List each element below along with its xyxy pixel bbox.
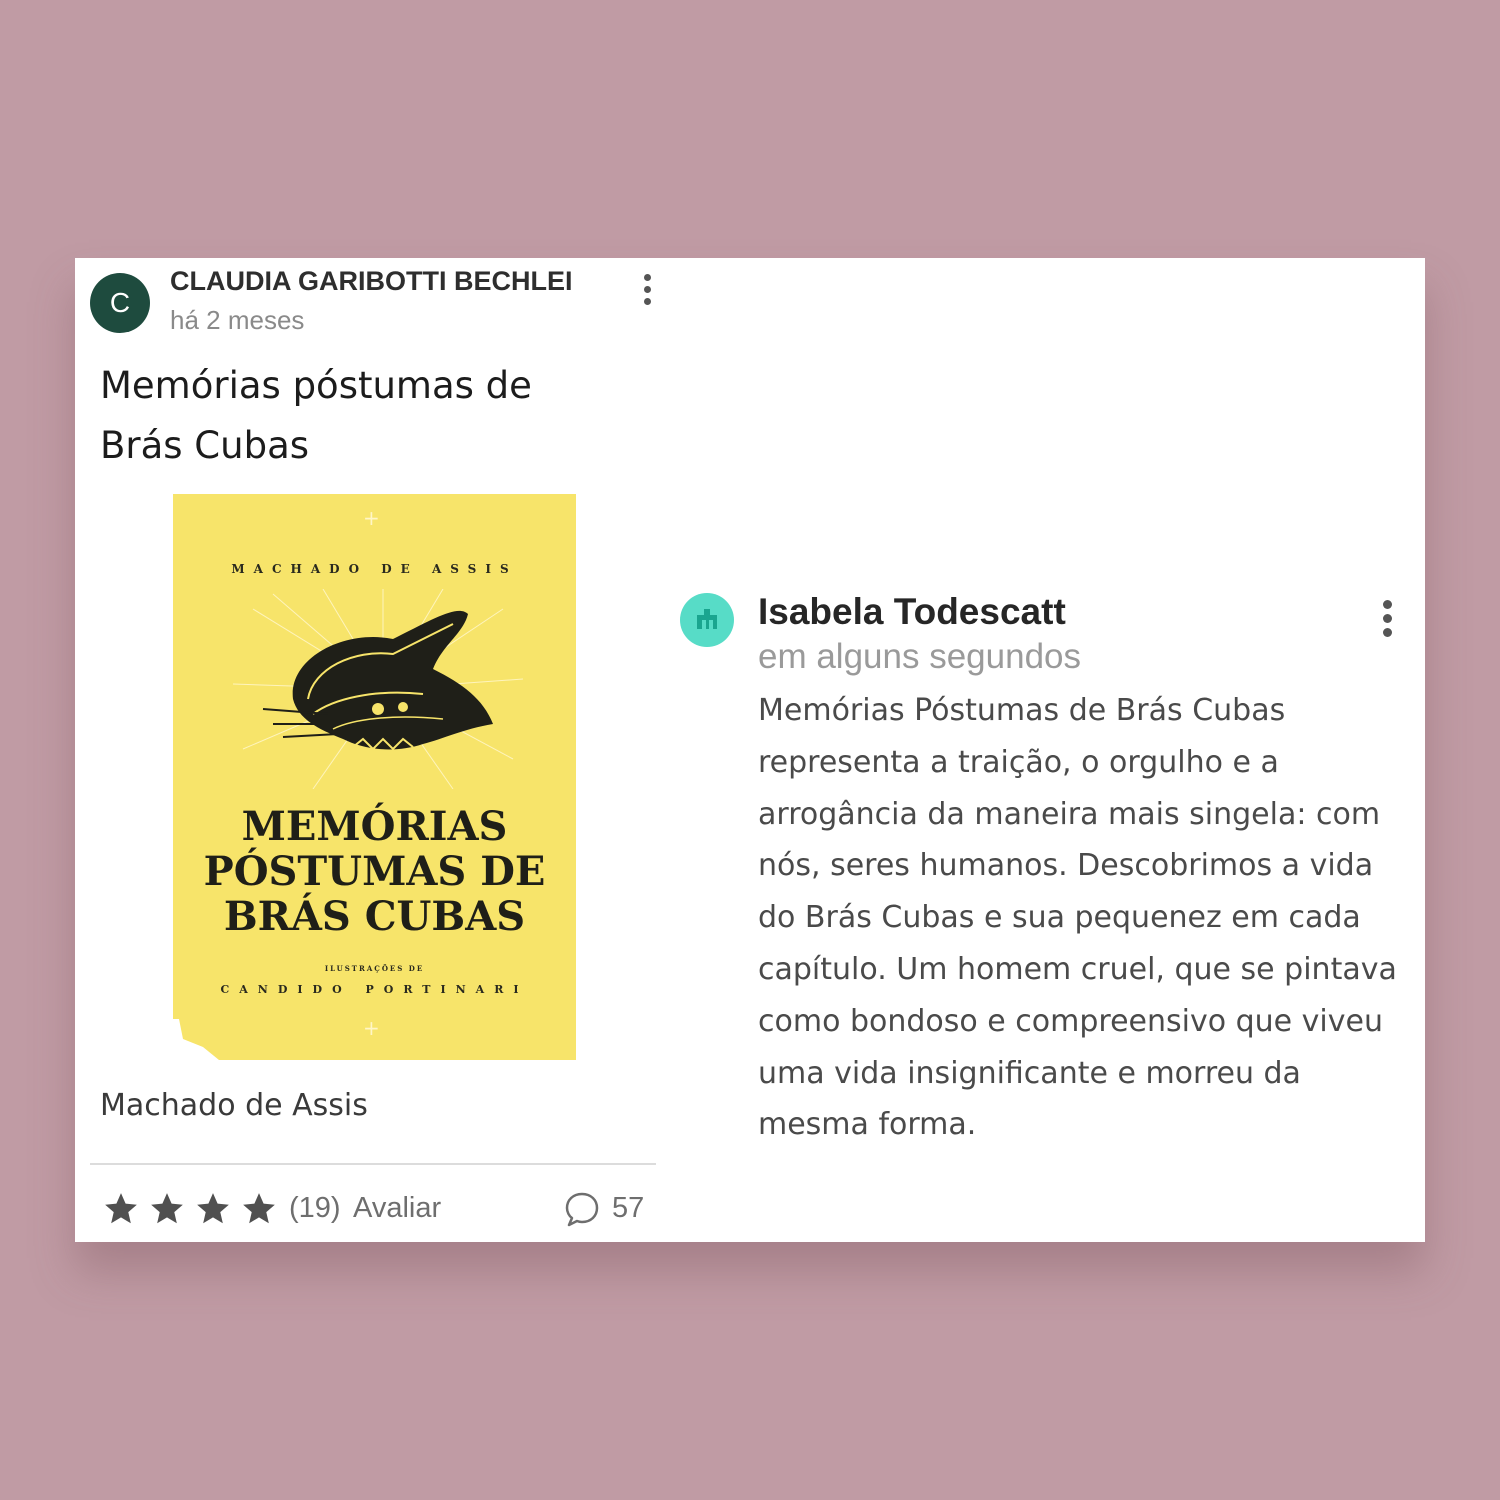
divider [90,1163,656,1165]
comment-count: 57 [612,1192,645,1224]
cover-ornament-icon: + [363,1016,380,1040]
screenshot-panel: C CLAUDIA GARIBOTTI BECHLEI há 2 meses M… [75,258,1425,1242]
comment-icon[interactable] [563,1190,601,1228]
star-icon[interactable] [193,1190,233,1228]
cover-author: MACHADO DE ASSIS [231,562,518,576]
book-title[interactable]: Memórias póstumas de Brás Cubas [100,356,580,476]
cover-title: MEMÓRIAS PÓSTUMAS DE BRÁS CUBAS [203,803,546,940]
cover-illustrator: CANDIDO PORTINARI [220,983,529,996]
star-icon[interactable] [239,1190,279,1228]
rating-stars[interactable] [101,1190,279,1228]
background: C CLAUDIA GARIBOTTI BECHLEI há 2 meses M… [0,0,1500,1500]
user-name[interactable]: Isabela Todescatt [758,591,1066,633]
book-cover[interactable]: + + MACHADO DE ASSIS MEMÓRIAS PÓSTUMAS D… [173,494,576,1060]
more-options-icon[interactable] [644,274,652,305]
more-options-icon[interactable] [1383,600,1392,637]
cover-corner-ornament [173,1019,219,1060]
review-card: Isabela Todescatt em alguns segundos Mem… [670,258,1425,1242]
user-avatar[interactable] [680,593,734,647]
post-timestamp: há 2 meses [170,305,305,335]
cover-illustration [233,589,523,789]
book-author[interactable]: Machado de Assis [100,1088,368,1123]
book-post-card: C CLAUDIA GARIBOTTI BECHLEI há 2 meses M… [75,258,670,1242]
cover-ornament-icon: + [363,506,380,530]
cover-illustrations-label: ILUSTRAÇÕES DE [324,964,425,973]
user-avatar[interactable]: C [90,273,150,333]
avatar-logo-icon [697,609,717,629]
rating-count: (19) [289,1192,341,1224]
rate-button[interactable]: Avaliar [353,1192,441,1225]
review-text: Memórias Póstumas de Brás Cubas represen… [758,693,1397,1143]
star-icon[interactable] [101,1190,141,1228]
review-timestamp: em alguns segundos [758,637,1081,676]
star-icon[interactable] [147,1190,187,1228]
user-name[interactable]: CLAUDIA GARIBOTTI BECHLEI [170,266,625,297]
